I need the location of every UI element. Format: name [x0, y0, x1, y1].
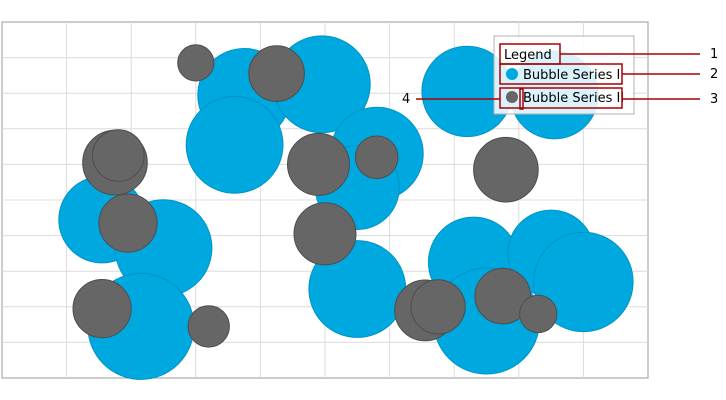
- callout-label-1: 1: [710, 47, 718, 62]
- legend-item-1-label: Bubble Series I: [523, 68, 620, 83]
- bubble-series-2-point-6: [354, 135, 399, 180]
- bubble-series-2-point-10: [72, 279, 132, 339]
- legend-item-1-marker: [506, 68, 518, 80]
- bubble-series-2-point-8: [98, 193, 158, 253]
- legend: Legend Bubble Series I Bubble Series II: [493, 35, 635, 115]
- bubble-series-2-point-13: [410, 279, 466, 335]
- bubble-series-2-point-7: [473, 136, 539, 203]
- legend-item-2-marker: [506, 91, 518, 103]
- bubble-series-2-point-4: [92, 129, 145, 182]
- callout-label-4: 4: [402, 92, 410, 107]
- bubble-series-1-point-3: [185, 95, 284, 194]
- legend-item-2-label: Bubble Series II: [523, 91, 624, 106]
- bubble-series-2-point-1: [177, 44, 215, 82]
- callout-label-3: 3: [710, 92, 718, 107]
- bubble-chart: Legend Bubble Series I Bubble Series II …: [1, 21, 718, 380]
- bubble-series-2-point-11: [187, 305, 230, 348]
- bubble-series-2-point-9: [293, 202, 357, 266]
- bubble-series-2-point-5: [287, 132, 350, 196]
- legend-title: Legend: [504, 48, 552, 63]
- callout-label-2: 2: [710, 67, 718, 82]
- bubble-series-2-point-2: [248, 45, 305, 102]
- bubble-series-2-point-15: [519, 294, 558, 334]
